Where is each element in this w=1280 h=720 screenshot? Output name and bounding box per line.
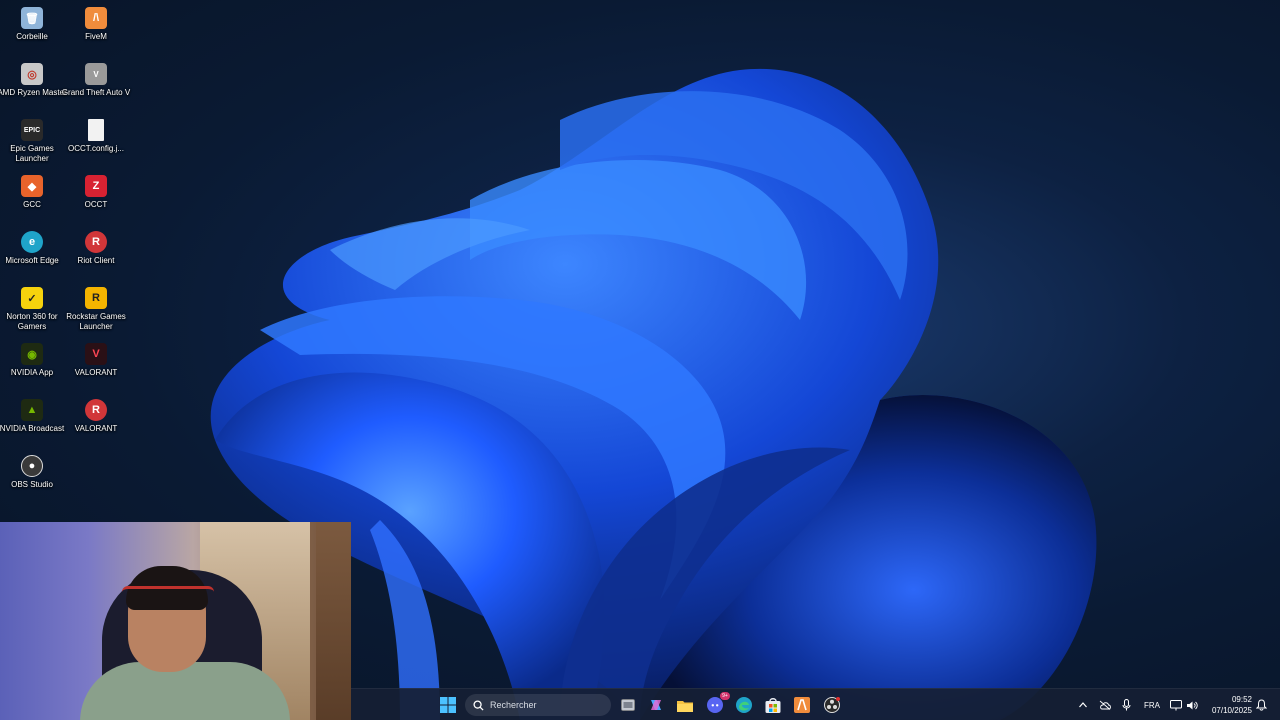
desktop-icon-amd-ryzen-master[interactable]: ◎ AMD Ryzen Master [0,59,67,115]
copilot-icon [651,700,661,710]
tray-notifications-button[interactable] [1256,689,1267,720]
desktop-icon-label: OCCT.config.j... [67,144,124,153]
windows-icon [440,697,456,713]
desktop-icon-label: VALORANT [74,368,118,377]
desktop-icon-occt-config[interactable]: OCCT.config.j... [64,115,128,171]
obs-button[interactable] [821,694,843,716]
edge-button[interactable] [733,694,755,716]
desktop-icon-label: FiveM [85,32,107,41]
desktop-icon-label: OCCT [84,200,108,209]
desktop-icon-microsoft-edge[interactable]: e Microsoft Edge [0,227,64,283]
desktop-icon-label: GCC [23,200,41,209]
language-label: FRA [1144,700,1160,710]
desktop-icon-corbeille[interactable]: 🗑 Corbeille [0,3,64,59]
webcam-background-door [316,522,351,720]
taskbar: Rechercher 9+ FRA 09:52 07/10/2025 [351,688,1280,720]
desktop-icon-grid: 🗑 Corbeille /\ FiveM ◎ AMD Ryzen Master … [0,0,130,540]
desktop-icon-label: NVIDIA App [10,368,54,377]
tray-overflow-button[interactable] [1078,689,1088,720]
norton-icon: ✓ [21,287,43,309]
copilot-button[interactable] [645,694,667,716]
desktop-icon-label: VALORANT [74,424,118,433]
chevron-up-icon [1079,702,1087,708]
desktop-icon-occt[interactable]: Z OCCT [64,171,128,227]
desktop-icon-gcc[interactable]: ◆ GCC [0,171,64,227]
desktop-icon-valorant[interactable]: V VALORANT [64,339,128,395]
desktop-icon-label: Corbeille [16,32,48,41]
store-button[interactable] [762,694,784,716]
monitor-network-icon [1170,699,1182,710]
desktop-icon-gta-v[interactable]: V Grand Theft Auto V [61,59,131,115]
webcam-headset [122,586,214,598]
riot-client-icon: R [85,231,107,253]
desktop-icon-label: Grand Theft Auto V [61,88,131,97]
valorant-icon: V [85,343,107,365]
webcam-person-shirt [80,662,290,720]
desktop-icon-fivem[interactable]: /\ FiveM [64,3,128,59]
taskbar-search-box[interactable]: Rechercher [465,694,611,716]
discord-notification-badge: 9+ [720,692,730,700]
edge-icon: e [21,231,43,253]
desktop-icon-label: Norton 360 for Gamers [6,312,58,331]
desktop-icon-label: Rockstar Games Launcher [66,312,126,331]
tray-quick-settings-button[interactable] [1170,689,1198,720]
desktop-icon-label: Microsoft Edge [5,256,59,265]
start-button[interactable] [437,694,459,716]
desktop-icon-valorant-riot[interactable]: R VALORANT [64,395,128,451]
rockstar-icon: R [85,287,107,309]
bell-icon [1256,699,1267,711]
gcc-icon: ◆ [21,175,43,197]
search-placeholder: Rechercher [490,700,537,710]
nvidia-broadcast-icon: ▲ [21,399,43,421]
nvidia-app-icon: ◉ [21,343,43,365]
tray-clock[interactable]: 09:52 07/10/2025 [1212,694,1252,716]
fivem-button[interactable] [791,694,813,716]
search-icon [473,699,484,711]
desktop-icon-label: Epic Games Launcher [10,144,54,163]
desktop-icon-nvidia-broadcast[interactable]: ▲ NVIDIA Broadcast [0,395,64,451]
desktop-icon-norton[interactable]: ✓ Norton 360 for Gamers [0,283,64,339]
desktop-icon-epic-games[interactable]: EPIC Epic Games Launcher [0,115,64,171]
desktop-icon-rockstar[interactable]: R Rockstar Games Launcher [64,283,128,339]
file-explorer-button[interactable] [674,694,696,716]
edge-icon [736,697,752,713]
file-icon [88,119,104,141]
desktop-icon-riot-client[interactable]: R Riot Client [64,227,128,283]
webcam-overlay [0,522,351,720]
discord-icon [707,697,723,713]
desktop-icon-nvidia-app[interactable]: ◉ NVIDIA App [0,339,64,395]
fivem-icon: /\ [85,7,107,29]
desktop-icon-label: Riot Client [77,256,115,265]
clock-time: 09:52 [1231,695,1252,704]
store-icon [765,697,781,713]
microphone-icon [1122,699,1131,711]
clock-date: 07/10/2025 [1211,706,1252,715]
amd-ryzen-master-icon: ◎ [21,63,43,85]
desktop-icon-label: NVIDIA Broadcast [0,424,65,433]
desktop-icon-label: AMD Ryzen Master [0,88,67,97]
epic-games-icon: EPIC [21,119,43,141]
tray-microphone-button[interactable] [1122,689,1131,720]
desktop-icon-label: OBS Studio [11,480,53,489]
task-view-button[interactable] [617,694,639,716]
obs-icon: ● [21,455,43,477]
volume-icon [1187,701,1198,709]
obs-icon [824,697,840,713]
recycle-bin-icon: 🗑 [21,7,43,29]
tray-network-button[interactable] [1099,689,1111,720]
discord-button[interactable]: 9+ [704,692,730,716]
tray-language-indicator[interactable]: FRA [1144,689,1160,720]
gta-v-icon: V [85,63,107,85]
fivem-icon [794,697,810,713]
cloud-offline-icon [1099,700,1111,710]
task-view-icon [621,699,635,711]
valorant-riot-icon: R [85,399,107,421]
folder-icon [677,700,693,712]
occt-icon: Z [85,175,107,197]
desktop-icon-obs-studio[interactable]: ● OBS Studio [0,451,64,507]
